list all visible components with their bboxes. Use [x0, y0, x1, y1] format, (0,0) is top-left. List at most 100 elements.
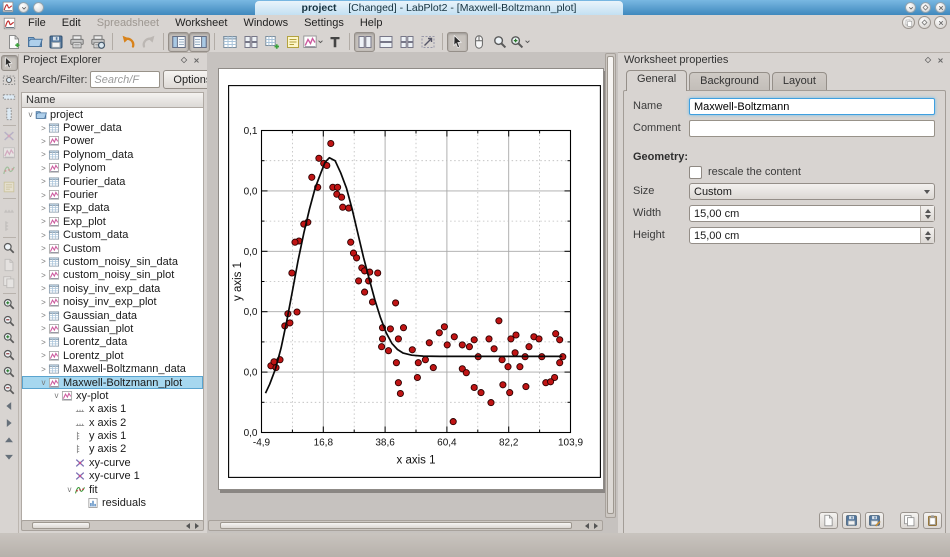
- plot-canvas[interactable]: 0,10,00,00,00,00,0-4,916,838,660,482,210…: [228, 85, 601, 478]
- tree-item-project[interactable]: vproject: [22, 108, 203, 121]
- search-input[interactable]: [90, 71, 160, 88]
- template-load-button[interactable]: [819, 512, 838, 529]
- tree-item-power[interactable]: >Power: [22, 135, 203, 148]
- tree-item-custom-noisy-sin-data[interactable]: >custom_noisy_sin_data: [22, 255, 203, 268]
- scroll-left-icon[interactable]: [585, 523, 589, 529]
- expand-icon[interactable]: >: [39, 365, 48, 374]
- zoom-in-y-button[interactable]: [1, 364, 18, 380]
- tree-item-y-axis-1[interactable]: y axis 1: [22, 429, 203, 442]
- expand-icon[interactable]: >: [39, 244, 48, 253]
- scrollbar-thumb[interactable]: [607, 56, 614, 514]
- paste-properties-button[interactable]: [923, 512, 942, 529]
- expand-icon[interactable]: >: [39, 298, 48, 307]
- auto-scale-button[interactable]: [1, 240, 18, 256]
- shift-left-x-button[interactable]: [1, 398, 18, 414]
- tree-item-polynom-data[interactable]: >Polynom_data: [22, 148, 203, 161]
- spinner-arrows-icon[interactable]: [920, 228, 934, 243]
- expand-icon[interactable]: >: [39, 150, 48, 159]
- tree-item-fourier-data[interactable]: >Fourier_data: [22, 175, 203, 188]
- toggle-project-explorer-button[interactable]: [168, 32, 189, 52]
- menu-edit[interactable]: Edit: [54, 16, 89, 30]
- template-edit-button[interactable]: [865, 512, 884, 529]
- zoom-in-button[interactable]: [1, 296, 18, 312]
- expand-icon[interactable]: >: [39, 324, 48, 333]
- grid-layout-button[interactable]: [396, 32, 417, 52]
- new-datapicker-button[interactable]: [303, 32, 324, 52]
- float-dock-icon[interactable]: [178, 54, 190, 66]
- scrollbar-thumb[interactable]: [32, 522, 90, 529]
- zoom-out-button[interactable]: [1, 313, 18, 329]
- menu-settings[interactable]: Settings: [296, 16, 352, 30]
- vertical-layout-button[interactable]: [354, 32, 375, 52]
- expand-icon[interactable]: >: [39, 164, 48, 173]
- scrollbar-thumb[interactable]: [220, 522, 572, 529]
- zoom-select-mode-button[interactable]: [489, 32, 510, 52]
- save-project-button[interactable]: [45, 32, 66, 52]
- new-note-button[interactable]: [282, 32, 303, 52]
- tree-item-x-axis-2[interactable]: x axis 2: [22, 416, 203, 429]
- menu-worksheet[interactable]: Worksheet: [167, 16, 235, 30]
- horizontal-layout-button[interactable]: [375, 32, 396, 52]
- expand-icon[interactable]: >: [39, 217, 48, 226]
- tree-item-power-data[interactable]: >Power_data: [22, 121, 203, 134]
- tree-item-gaussian-data[interactable]: >Gaussian_data: [22, 309, 203, 322]
- expand-icon[interactable]: >: [39, 311, 48, 320]
- expand-icon[interactable]: >: [39, 124, 48, 133]
- tree-item-xy-curve-1[interactable]: xy-curve 1: [22, 470, 203, 483]
- tree-item-custom-data[interactable]: >Custom_data: [22, 229, 203, 242]
- tree-item-xy-plot[interactable]: vxy-plot: [22, 389, 203, 402]
- magnification-button[interactable]: [510, 32, 531, 52]
- rescale-checkbox[interactable]: [689, 166, 702, 179]
- mdi-close-button[interactable]: [934, 16, 947, 29]
- collapse-icon[interactable]: v: [39, 378, 48, 387]
- expand-icon[interactable]: >: [39, 177, 48, 186]
- scroll-left-icon[interactable]: [186, 523, 190, 529]
- zoom-y-select-button[interactable]: [1, 106, 18, 122]
- navigate-mode-button[interactable]: [468, 32, 489, 52]
- tree-item-lorentz-plot[interactable]: >Lorentz_plot: [22, 349, 203, 362]
- new-worksheet-button[interactable]: [261, 32, 282, 52]
- menu-windows[interactable]: Windows: [235, 16, 296, 30]
- tree-item-noisy-inv-exp-plot[interactable]: >noisy_inv_exp_plot: [22, 295, 203, 308]
- tree-item-fourier[interactable]: >Fourier: [22, 188, 203, 201]
- name-input[interactable]: [689, 98, 935, 115]
- zoom-out-x-button[interactable]: [1, 347, 18, 363]
- tree-item-residuals[interactable]: residuals: [22, 496, 203, 509]
- tree-item-maxwell-boltzmann-data[interactable]: >Maxwell-Boltzmann_data: [22, 362, 203, 375]
- print-button[interactable]: [66, 32, 87, 52]
- tree-item-maxwell-boltzmann-plot[interactable]: vMaxwell-Boltzmann_plot: [22, 376, 203, 389]
- shift-down-y-button[interactable]: [1, 449, 18, 465]
- chevron-down-icon[interactable]: [523, 37, 532, 46]
- worksheet-page[interactable]: 0,10,00,00,00,00,0-4,916,838,660,482,210…: [218, 68, 604, 490]
- select-mode-button[interactable]: [447, 32, 468, 52]
- size-select[interactable]: Custom: [689, 183, 935, 200]
- select-button[interactable]: [1, 55, 18, 71]
- float-dock-icon[interactable]: [922, 54, 934, 66]
- tree-item-fit[interactable]: vfit: [22, 483, 203, 496]
- expand-icon[interactable]: >: [39, 257, 48, 266]
- expand-icon[interactable]: >: [39, 204, 48, 213]
- tree-item-exp-plot[interactable]: >Exp_plot: [22, 215, 203, 228]
- window-shade-button[interactable]: [18, 2, 29, 13]
- expand-icon[interactable]: >: [39, 191, 48, 200]
- template-save-button[interactable]: [842, 512, 861, 529]
- tree-item-xy-curve[interactable]: xy-curve: [22, 456, 203, 469]
- collapse-icon[interactable]: v: [26, 110, 35, 119]
- menu-file[interactable]: File: [20, 16, 54, 30]
- shift-right-x-button[interactable]: [1, 415, 18, 431]
- new-text-label-button[interactable]: [324, 32, 345, 52]
- expand-icon[interactable]: >: [39, 271, 48, 280]
- expand-icon[interactable]: >: [39, 137, 48, 146]
- tree-item-lorentz-data[interactable]: >Lorentz_data: [22, 336, 203, 349]
- window-pin-button[interactable]: [33, 2, 44, 13]
- worksheet-vscrollbar[interactable]: [605, 53, 616, 518]
- tree-item-custom[interactable]: >Custom: [22, 242, 203, 255]
- tab-background[interactable]: Background: [689, 72, 770, 91]
- spinner-arrows-icon[interactable]: [920, 206, 934, 221]
- tree-item-custom-noisy-sin-plot[interactable]: >custom_noisy_sin_plot: [22, 269, 203, 282]
- scroll-right-icon[interactable]: [594, 523, 598, 529]
- new-matrix-button[interactable]: [240, 32, 261, 52]
- zoom-x-select-button[interactable]: [1, 89, 18, 105]
- copy-properties-button[interactable]: [900, 512, 919, 529]
- expand-icon[interactable]: >: [39, 231, 48, 240]
